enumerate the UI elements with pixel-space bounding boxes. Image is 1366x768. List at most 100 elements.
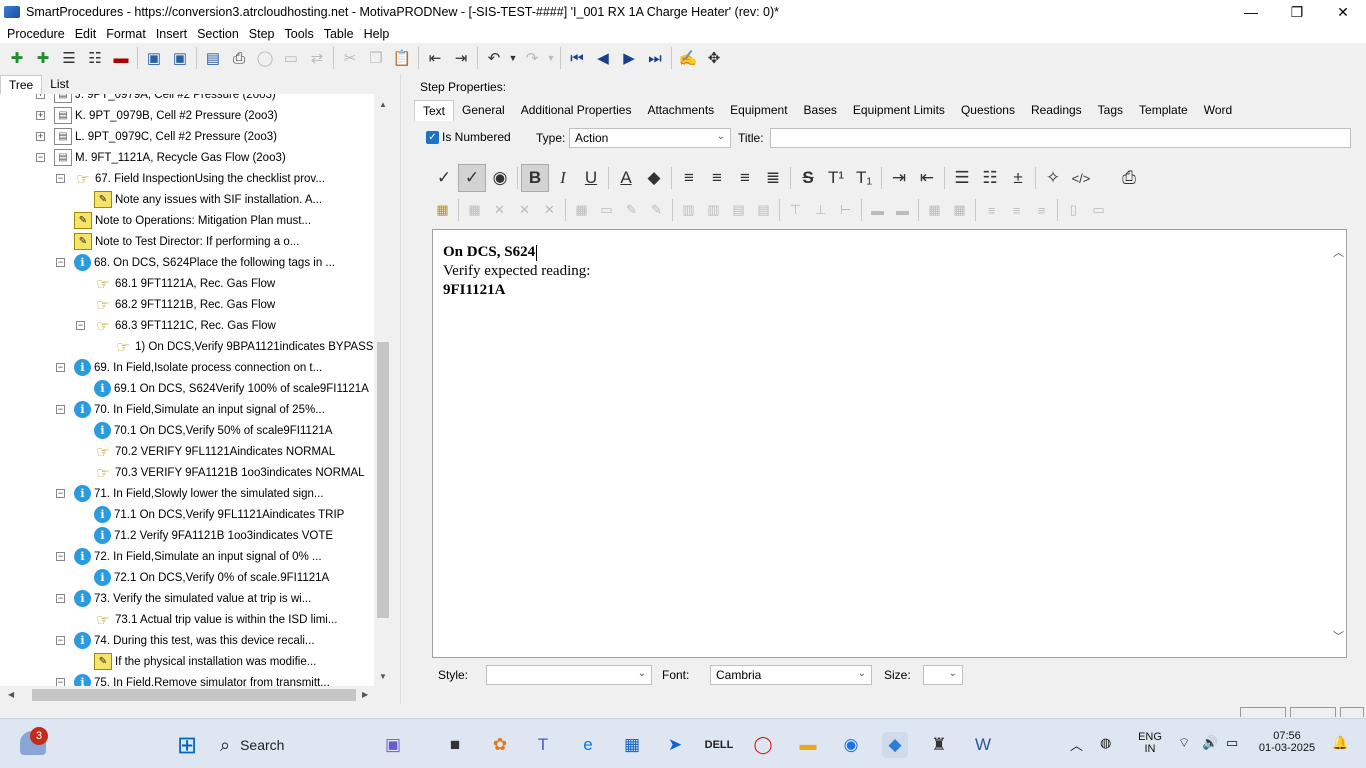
tree-item[interactable]: i 69.1 On DCS, S624Verify 100% of scale9F… [94, 378, 369, 399]
insert-col-left-icon[interactable]: ▥ [676, 199, 701, 221]
redo-dropdown-icon[interactable]: ▼ [545, 45, 557, 71]
expand-toggle-icon[interactable]: − [56, 678, 65, 686]
merge-cells-icon[interactable]: ▬ [865, 199, 890, 221]
move-icon[interactable]: ✥ [701, 45, 727, 71]
notifications-bell-icon[interactable]: 🔔 [1332, 735, 1348, 751]
tree-item[interactable]: ▤ K. 9PT_0979B, Cell #2 Pressure (2oo3) [54, 105, 278, 126]
undo-dropdown-icon[interactable]: ▼ [507, 45, 519, 71]
tree-item[interactable]: ☞ 68.3 9FT1121C, Rec. Gas Flow [94, 315, 276, 336]
align-right-icon[interactable]: ≡ [731, 164, 759, 192]
volume-icon[interactable]: 🔊 [1202, 735, 1218, 751]
editor-line-2[interactable]: Verify expected reading: [443, 263, 590, 280]
tree-item[interactable]: i 70. In Field,Simulate an input signal o… [74, 399, 325, 420]
split-cells-icon[interactable]: ▬ [890, 199, 915, 221]
expand-toggle-icon[interactable]: − [56, 636, 65, 645]
expand-toggle-icon[interactable]: − [56, 363, 65, 372]
valign-top-icon[interactable]: ≡ [979, 199, 1004, 221]
scroll-right-icon[interactable]: ▶ [362, 690, 368, 699]
minimize-button[interactable]: — [1228, 0, 1274, 24]
align-center-icon[interactable]: ≡ [703, 164, 731, 192]
scroll-thumb[interactable] [377, 342, 389, 618]
menu-help[interactable]: Help [359, 27, 395, 41]
save-icon[interactable]: ▣ [167, 45, 193, 71]
tab-equipment-limits[interactable]: Equipment Limits [845, 100, 953, 120]
close-button[interactable]: ✕ [1320, 0, 1366, 24]
underline-icon[interactable]: U [577, 164, 605, 192]
insert-table-icon[interactable]: ▦ [430, 199, 455, 221]
store-icon[interactable]: ▦ [619, 732, 645, 758]
tree-item[interactable]: ☞ 70.3 VERIFY 9FA1121B 1oo3indicates NORM… [94, 462, 364, 483]
expand-toggle-icon[interactable]: − [56, 258, 65, 267]
last-icon[interactable]: ⏭ [642, 45, 668, 71]
expand-toggle-icon[interactable]: + [36, 111, 45, 120]
tab-tree[interactable]: Tree [0, 75, 43, 95]
expand-toggle-icon[interactable]: − [56, 489, 65, 498]
tree-item[interactable]: ✎ Note to Operations: Mitigation Plan mus… [74, 210, 311, 231]
tree-item[interactable]: ✎ Note any issues with SIF installation. … [94, 189, 322, 210]
type-select[interactable]: Action ⌄ [569, 128, 731, 148]
chrome-icon[interactable]: ◉ [838, 732, 864, 758]
tree-item[interactable]: ▤ L. 9PT_0979C, Cell #2 Pressure (2oo3) [54, 126, 277, 147]
scroll-thumb[interactable] [32, 689, 356, 701]
tree-item[interactable]: ✎ Note to Test Director: If performing a … [74, 231, 299, 252]
link-icon[interactable]: ⇄ [304, 45, 330, 71]
windows-start-icon[interactable]: ⊞ [174, 732, 200, 759]
cell-border-icon[interactable]: ▭ [594, 199, 619, 221]
bullet-list-icon[interactable]: ☰ [948, 164, 976, 192]
copy-icon[interactable]: ❐ [363, 45, 389, 71]
tree-item[interactable]: i 70.1 On DCS,Verify 50% of scale9FI1121A [94, 420, 332, 441]
insert-col-right-icon[interactable]: ▥ [701, 199, 726, 221]
next-icon[interactable]: ▶ [616, 45, 642, 71]
strikethrough-icon[interactable]: S [794, 164, 822, 192]
row-below-icon[interactable]: ⊥ [808, 199, 833, 221]
menu-format[interactable]: Format [101, 27, 151, 41]
menu-procedure[interactable]: Procedure [2, 27, 70, 41]
outline-icon[interactable]: ☰ [56, 45, 82, 71]
editor-scrollbar[interactable]: ︿ ﹀ [1330, 230, 1346, 657]
expand-toggle-icon[interactable]: − [36, 153, 45, 162]
outdent-icon[interactable]: ⇥ [448, 45, 474, 71]
title-input[interactable] [770, 128, 1351, 148]
delete-row-icon[interactable]: ✕ [487, 199, 512, 221]
tree-item[interactable]: ▤ M. 9FT_1121A, Recycle Gas Flow (2oo3) [54, 147, 286, 168]
valign-bottom-icon[interactable]: ≡ [1029, 199, 1054, 221]
menu-step[interactable]: Step [244, 27, 280, 41]
decrease-indent-icon[interactable]: ⇤ [913, 164, 941, 192]
redo-icon[interactable]: ↷ [519, 45, 545, 71]
cell-eraser-icon[interactable]: ✎ [644, 199, 669, 221]
app-icon[interactable]: ♜ [926, 732, 952, 758]
align-left-icon[interactable]: ≡ [675, 164, 703, 192]
indent-icon[interactable]: ⇤ [422, 45, 448, 71]
tree-item[interactable]: i 68. On DCS, S624Place the following tag… [74, 252, 335, 273]
style-select[interactable]: ⌄ [486, 665, 652, 685]
tab-general[interactable]: General [454, 100, 513, 120]
outline-list-icon[interactable]: ☷ [82, 45, 108, 71]
is-numbered-checkbox[interactable]: ✓ [426, 131, 439, 144]
menu-insert[interactable]: Insert [151, 27, 192, 41]
tree-item[interactable]: i 73. Verify the simulated value at trip … [74, 588, 311, 609]
expand-toggle-icon[interactable]: − [76, 321, 85, 330]
chevron-down-icon[interactable]: ﹀ [1333, 628, 1344, 644]
add-substep-icon[interactable]: ✚ [30, 45, 56, 71]
tree-item[interactable]: i 71.2 Verify 9FA1121B 1oo3indicates VOTE [94, 525, 333, 546]
battery-icon[interactable]: ▭ [1226, 735, 1238, 751]
publish-icon[interactable]: ▤ [200, 45, 226, 71]
tree-item[interactable]: i 71. In Field,Slowly lower the simulated… [74, 483, 323, 504]
terminal-app-icon[interactable]: ■ [442, 732, 468, 758]
tab-tags[interactable]: Tags [1090, 100, 1131, 120]
scroll-down-icon[interactable]: ▼ [379, 672, 387, 681]
horizontal-line-icon[interactable]: ± [1004, 164, 1032, 192]
tree-item[interactable]: ☞ 1) On DCS,Verify 9BPA1121indicates BYPA… [114, 336, 373, 357]
row-height-icon[interactable]: ▭ [1086, 199, 1111, 221]
copilot-app-icon[interactable]: ▣ [380, 732, 406, 758]
dell-icon[interactable]: DELL [705, 732, 734, 758]
cell-props-icon[interactable]: ▦ [569, 199, 594, 221]
valign-middle-icon[interactable]: ≡ [1004, 199, 1029, 221]
size-select[interactable]: ⌄ [923, 665, 963, 685]
html-source-icon[interactable]: </> [1067, 164, 1095, 192]
refresh-icon[interactable]: ◯ [252, 45, 278, 71]
justify-icon[interactable]: ≣ [759, 164, 787, 192]
tab-readings[interactable]: Readings [1023, 100, 1090, 120]
scroll-up-icon[interactable]: ▲ [379, 100, 387, 109]
add-step-icon[interactable]: ✚ [4, 45, 30, 71]
